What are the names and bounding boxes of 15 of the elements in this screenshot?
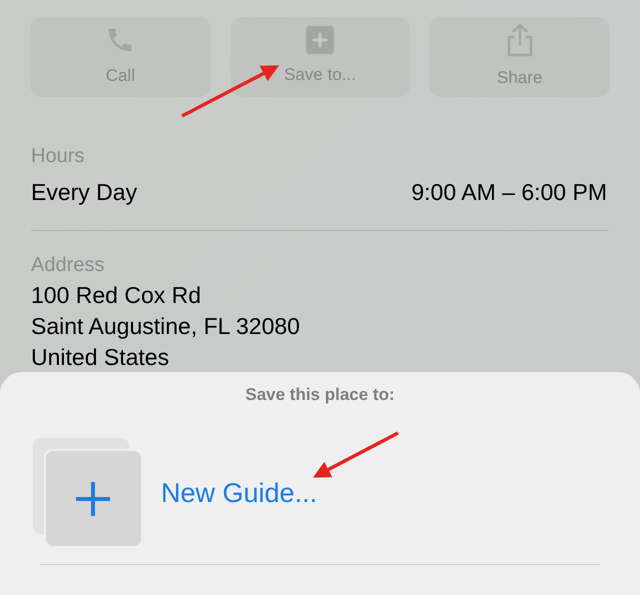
sheet-title: Save this place to:	[245, 384, 395, 406]
address-line: Saint Augustine, FL 32080	[31, 312, 301, 341]
section-label: Address	[31, 252, 106, 278]
new-guide-button[interactable]: New Guide...	[161, 472, 318, 514]
guide-stack-icon	[33, 438, 142, 546]
action-button[interactable]: Share	[429, 17, 610, 97]
action-button[interactable]: Save to...	[230, 17, 410, 97]
share-icon	[506, 23, 534, 58]
hours-time: 9:00 AM – 6:00 PM	[411, 178, 607, 207]
address-line: United States	[31, 342, 170, 372]
action-button[interactable]: Call	[30, 17, 211, 97]
address-line: 100 Red Cox Rd	[31, 280, 202, 310]
plus-square-icon	[306, 26, 334, 54]
hours-days: Every Day	[31, 175, 138, 210]
section-label: Hours	[31, 144, 86, 169]
